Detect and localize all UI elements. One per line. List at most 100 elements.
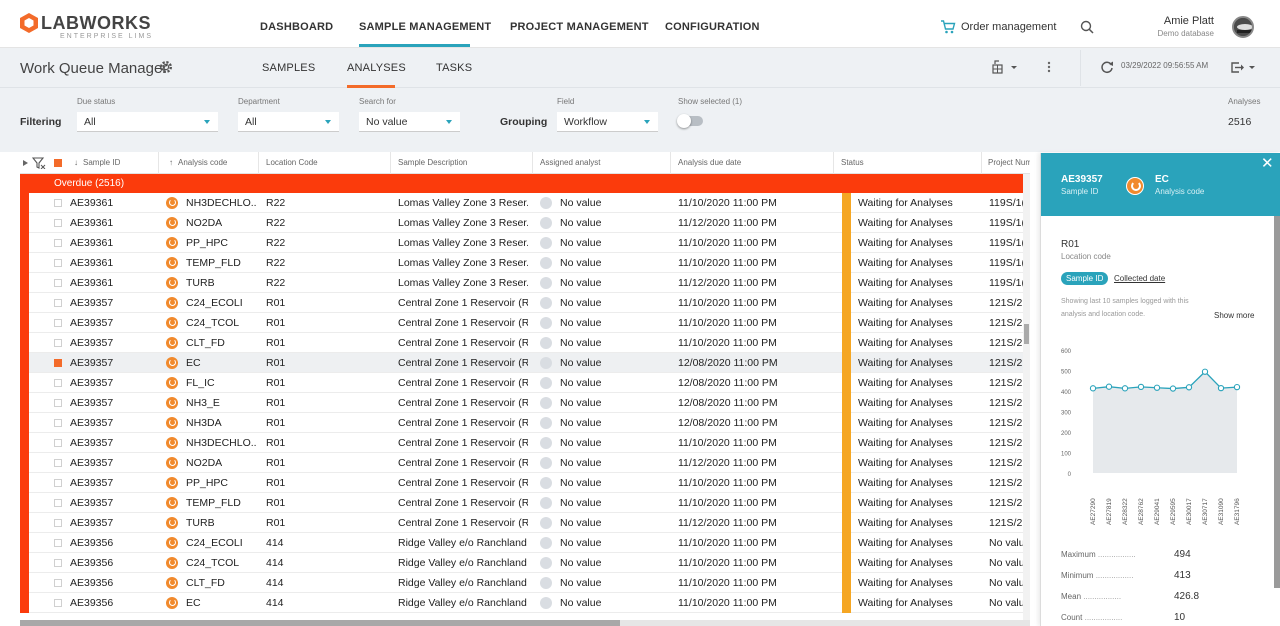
table-row[interactable]: AE39357 NH3DA R01 Central Zone 1 Reservoir … bbox=[20, 413, 1030, 433]
cell-location-code: R22 bbox=[266, 237, 286, 249]
nav-configuration[interactable]: CONFIGURATION bbox=[665, 21, 760, 33]
close-icon[interactable]: ✕ bbox=[1261, 155, 1274, 173]
col-assigned-analyst[interactable]: Assigned analyst bbox=[540, 158, 600, 167]
cell-location-code: R01 bbox=[266, 497, 286, 509]
nav-dashboard[interactable]: DASHBOARD bbox=[260, 21, 333, 33]
row-checkbox[interactable] bbox=[54, 499, 62, 507]
person-icon bbox=[540, 377, 552, 389]
status-indicator bbox=[842, 553, 851, 573]
user-name[interactable]: Amie Platt bbox=[1140, 15, 1214, 27]
search-icon[interactable] bbox=[1080, 20, 1094, 34]
row-checkbox[interactable] bbox=[54, 579, 62, 587]
col-project[interactable]: Project Num bbox=[988, 158, 1030, 167]
show-selected-toggle[interactable] bbox=[677, 114, 703, 128]
table-row[interactable]: AE39357 NO2DA R01 Central Zone 1 Reservoir … bbox=[20, 453, 1030, 473]
table-row[interactable]: AE39357 C24_ECOLI R01 Central Zone 1 Reserv… bbox=[20, 293, 1030, 313]
gear-icon[interactable] bbox=[159, 60, 173, 74]
cell-assigned-analyst: No value bbox=[560, 297, 602, 309]
table-row[interactable]: AE39357 C24_TCOL R01 Central Zone 1 Reservo… bbox=[20, 313, 1030, 333]
filter-icon[interactable] bbox=[32, 157, 46, 169]
table-row[interactable]: AE39356 CLT_FD 414 Ridge Valley e/o Ranchla… bbox=[20, 573, 1030, 593]
cell-location-code: 414 bbox=[266, 537, 284, 549]
tab-samples[interactable]: SAMPLES bbox=[262, 62, 315, 74]
row-checkbox[interactable] bbox=[54, 419, 62, 427]
cell-location-code: R01 bbox=[266, 317, 286, 329]
show-more-link[interactable]: Show more bbox=[1214, 311, 1254, 320]
col-analysis-code[interactable]: Analysis code bbox=[178, 158, 227, 167]
col-due-date[interactable]: Analysis due date bbox=[678, 158, 741, 167]
person-icon bbox=[540, 437, 552, 449]
x-tick-label: AE28762 bbox=[1138, 498, 1145, 525]
row-checkbox[interactable] bbox=[54, 259, 62, 267]
col-location-code[interactable]: Location Code bbox=[266, 158, 318, 167]
row-checkbox[interactable] bbox=[54, 339, 62, 347]
field-select[interactable]: Workflow bbox=[557, 112, 658, 132]
overdue-flag bbox=[20, 353, 29, 373]
row-checkbox[interactable] bbox=[54, 519, 62, 527]
stat-value: 426.8 bbox=[1174, 591, 1200, 602]
cell-project: 121S/2 bbox=[989, 337, 1023, 349]
y-tick-label: 300 bbox=[1061, 411, 1072, 417]
table-row[interactable]: AE39361 TEMP_FLD R22 Lomas Valley Zone 3 Re… bbox=[20, 253, 1030, 273]
due-status-select[interactable]: All bbox=[77, 112, 218, 132]
row-checkbox[interactable] bbox=[54, 219, 62, 227]
tab-collected-date[interactable]: Collected date bbox=[1114, 274, 1165, 283]
tab-analyses[interactable]: ANALYSES bbox=[347, 62, 406, 74]
scrollbar-thumb[interactable] bbox=[20, 620, 620, 626]
person-icon bbox=[540, 237, 552, 249]
col-status[interactable]: Status bbox=[841, 158, 864, 167]
more-vertical-icon[interactable] bbox=[1046, 60, 1052, 74]
row-checkbox[interactable] bbox=[54, 599, 62, 607]
table-row[interactable]: AE39357 NH3DECHLO... R01 Central Zone 1 Res… bbox=[20, 433, 1030, 453]
row-checkbox[interactable] bbox=[54, 479, 62, 487]
grid-horizontal-scrollbar[interactable] bbox=[20, 620, 1030, 626]
search-for-select[interactable]: No value bbox=[359, 112, 460, 132]
row-checkbox[interactable] bbox=[54, 439, 62, 447]
person-icon bbox=[540, 517, 552, 529]
table-row[interactable]: AE39356 C24_ECOLI 414 Ridge Valley e/o Ranc… bbox=[20, 533, 1030, 553]
column-layout-icon[interactable] bbox=[992, 60, 1018, 74]
table-row[interactable]: AE39357 CLT_FD R01 Central Zone 1 Reservoir… bbox=[20, 333, 1030, 353]
row-checkbox[interactable] bbox=[54, 299, 62, 307]
row-checkbox[interactable] bbox=[54, 199, 62, 207]
select-all-checkbox[interactable] bbox=[54, 159, 62, 167]
table-row[interactable]: AE39357 NH3_E R01 Central Zone 1 Reservoir … bbox=[20, 393, 1030, 413]
row-checkbox[interactable] bbox=[54, 239, 62, 247]
row-checkbox[interactable] bbox=[54, 559, 62, 567]
table-row[interactable]: AE39357 PP_HPC R01 Central Zone 1 Reservoir… bbox=[20, 473, 1030, 493]
table-row[interactable]: AE39361 TURB R22 Lomas Valley Zone 3 Reser.… bbox=[20, 273, 1030, 293]
row-checkbox[interactable] bbox=[54, 319, 62, 327]
table-row[interactable]: AE39361 NH3DECHLO... R22 Lomas Valley Zone … bbox=[20, 193, 1030, 213]
expand-arrow-icon[interactable] bbox=[23, 160, 28, 166]
col-sample-description[interactable]: Sample Description bbox=[398, 158, 467, 167]
tab-tasks[interactable]: TASKS bbox=[436, 62, 472, 74]
refresh-icon[interactable] bbox=[1100, 60, 1114, 74]
row-checkbox[interactable] bbox=[54, 459, 62, 467]
row-checkbox[interactable] bbox=[54, 359, 62, 367]
nav-sample-management[interactable]: SAMPLE MANAGEMENT bbox=[359, 21, 491, 33]
table-row[interactable]: AE39357 TEMP_FLD R01 Central Zone 1 Reservo… bbox=[20, 493, 1030, 513]
scrollbar-thumb[interactable] bbox=[1024, 324, 1029, 344]
col-sample-id[interactable]: Sample ID bbox=[83, 158, 120, 167]
table-row[interactable]: AE39356 C24_TCOL 414 Ridge Valley e/o Ranch… bbox=[20, 553, 1030, 573]
cell-sample-description: Central Zone 1 Reservoir (R... bbox=[398, 377, 528, 389]
table-row[interactable]: AE39356 EC 414 Ridge Valley e/o Ranchland No… bbox=[20, 593, 1030, 613]
panel-scrollbar[interactable] bbox=[1274, 216, 1280, 588]
grid-vertical-scrollbar[interactable] bbox=[1023, 174, 1030, 622]
row-checkbox[interactable] bbox=[54, 539, 62, 547]
analysis-icon bbox=[166, 357, 178, 369]
tab-sample-id[interactable]: Sample ID bbox=[1061, 272, 1109, 285]
row-checkbox[interactable] bbox=[54, 399, 62, 407]
table-row[interactable]: AE39361 NO2DA R22 Lomas Valley Zone 3 Reser… bbox=[20, 213, 1030, 233]
group-header-overdue[interactable]: Overdue (2516) bbox=[20, 174, 1030, 193]
avatar[interactable] bbox=[1232, 16, 1254, 38]
row-checkbox[interactable] bbox=[54, 379, 62, 387]
table-row[interactable]: AE39357 TURB R01 Central Zone 1 Reservoir (… bbox=[20, 513, 1030, 533]
row-checkbox[interactable] bbox=[54, 279, 62, 287]
table-row[interactable]: AE39357 FL_IC R01 Central Zone 1 Reservoir … bbox=[20, 373, 1030, 393]
nav-project-management[interactable]: PROJECT MANAGEMENT bbox=[510, 21, 649, 33]
export-icon[interactable] bbox=[1230, 60, 1258, 74]
department-select[interactable]: All bbox=[238, 112, 339, 132]
table-row[interactable]: AE39357 EC R01 Central Zone 1 Reservoir (R.… bbox=[20, 353, 1030, 373]
table-row[interactable]: AE39361 PP_HPC R22 Lomas Valley Zone 3 Rese… bbox=[20, 233, 1030, 253]
